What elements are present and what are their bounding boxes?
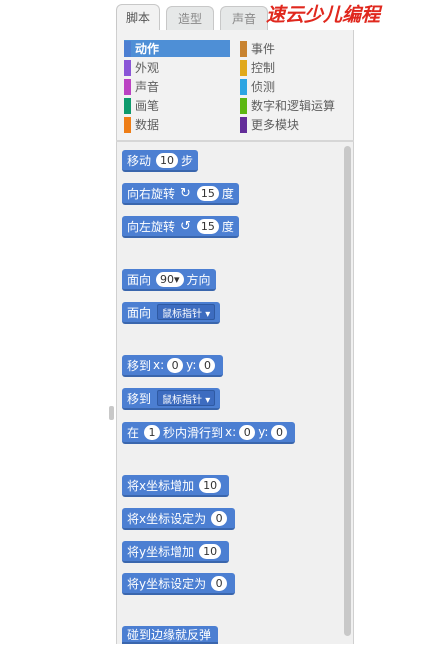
category-color-swatch — [124, 40, 131, 57]
block-label: 将x坐标设定为 — [127, 511, 207, 526]
block-label: 面向 — [127, 305, 152, 320]
category-color-swatch — [240, 40, 247, 57]
category-label: 画笔 — [135, 99, 160, 113]
category-motion[interactable]: 动作 — [124, 40, 230, 57]
block-label: 将x坐标增加 — [127, 478, 195, 493]
block-bounce-on-edge[interactable]: 碰到边缘就反弹 — [122, 626, 219, 644]
category-label: 事件 — [251, 42, 276, 56]
tab-costumes[interactable]: 造型 — [166, 6, 214, 30]
seconds-input[interactable]: 1 — [144, 424, 161, 440]
category-looks[interactable]: 外观 — [124, 59, 159, 76]
block-point-in-direction[interactable]: 面向 90▾ 方向 — [122, 269, 216, 291]
value-input[interactable]: 10 — [199, 543, 222, 559]
block-suffix: 步 — [181, 153, 194, 168]
y-input[interactable]: 0 — [199, 357, 216, 373]
x-label: x: — [225, 425, 237, 439]
category-color-swatch — [124, 116, 131, 133]
x-input[interactable]: 0 — [167, 357, 184, 373]
block-label: 碰到边缘就反弹 — [127, 627, 212, 642]
block-change-y[interactable]: 将y坐标增加 10 — [122, 541, 230, 563]
category-label: 更多模块 — [251, 118, 300, 132]
steps-input[interactable]: 10 — [156, 152, 179, 168]
degrees-input[interactable]: 15 — [196, 218, 219, 234]
degrees-input[interactable]: 15 — [196, 185, 219, 201]
block-change-x[interactable]: 将x坐标增加 10 — [122, 475, 230, 497]
category-operators[interactable]: 数字和逻辑运算 — [240, 97, 335, 114]
category-sensing[interactable]: 侦测 — [240, 78, 275, 95]
value-input[interactable]: 10 — [199, 477, 222, 493]
block-set-x[interactable]: 将x坐标设定为 0 — [122, 508, 236, 530]
y-label: y: — [258, 425, 269, 439]
rotate-ccw-icon: ↺ — [180, 218, 191, 234]
tab-sounds[interactable]: 声音 — [220, 6, 268, 30]
category-color-swatch — [124, 78, 131, 95]
block-label: 移到 — [127, 358, 152, 373]
block-label: 秒内滑行到 — [163, 425, 224, 440]
rotate-cw-icon: ↻ — [180, 185, 191, 201]
block-goto-xy[interactable]: 移到 x: 0 y: 0 — [122, 355, 224, 377]
block-glide[interactable]: 在 1 秒内滑行到 x: 0 y: 0 — [122, 422, 296, 444]
category-color-swatch — [240, 97, 247, 114]
block-label: 向左旋转 — [127, 219, 176, 234]
category-label: 数字和逻辑运算 — [251, 99, 336, 113]
category-color-swatch — [240, 78, 247, 95]
block-label: 向右旋转 — [127, 186, 176, 201]
target-dropdown[interactable]: 鼠标指针 ▾ — [157, 304, 216, 320]
block-move-steps[interactable]: 移动 10 步 — [122, 150, 199, 172]
category-color-swatch — [124, 97, 131, 114]
category-label: 动作 — [135, 42, 160, 56]
category-label: 外观 — [135, 61, 160, 75]
block-suffix: 度 — [221, 219, 234, 234]
resize-handle[interactable] — [109, 406, 114, 420]
category-pen[interactable]: 画笔 — [124, 97, 159, 114]
tab-scripts[interactable]: 脚本 — [116, 4, 160, 30]
block-point-towards[interactable]: 面向 鼠标指针 ▾ — [122, 302, 221, 324]
block-goto[interactable]: 移到 鼠标指针 ▾ — [122, 388, 221, 410]
category-control[interactable]: 控制 — [240, 59, 275, 76]
block-prefix: 在 — [127, 425, 140, 440]
palette-scrollbar[interactable] — [344, 146, 351, 636]
category-color-swatch — [124, 59, 131, 76]
y-label: y: — [186, 358, 197, 372]
value-input[interactable]: 0 — [211, 510, 228, 526]
block-turn-right[interactable]: 向右旋转 ↻ 15 度 — [122, 183, 239, 205]
category-color-swatch — [240, 116, 247, 133]
target-dropdown[interactable]: 鼠标指针 ▾ — [157, 390, 216, 406]
category-color-swatch — [240, 59, 247, 76]
watermark-logo: 速云少儿编程 — [266, 4, 381, 26]
y-input[interactable]: 0 — [271, 424, 288, 440]
block-label: 将y坐标增加 — [127, 544, 195, 559]
block-label: 将y坐标设定为 — [127, 576, 207, 591]
direction-input[interactable]: 90▾ — [156, 271, 184, 287]
category-data[interactable]: 数据 — [124, 116, 159, 133]
category-sound[interactable]: 声音 — [124, 78, 159, 95]
x-label: x: — [153, 358, 165, 372]
value-input[interactable]: 0 — [211, 575, 228, 591]
block-set-y[interactable]: 将y坐标设定为 0 — [122, 573, 236, 595]
block-turn-left[interactable]: 向左旋转 ↺ 15 度 — [122, 216, 239, 238]
block-label: 面向 — [127, 272, 152, 287]
block-suffix: 度 — [221, 186, 234, 201]
block-label: 移动 — [127, 153, 152, 168]
block-label: 移到 — [127, 391, 152, 406]
category-more-blocks[interactable]: 更多模块 — [240, 116, 299, 133]
category-label: 数据 — [135, 118, 160, 132]
category-label: 侦测 — [251, 80, 276, 94]
block-suffix: 方向 — [186, 272, 211, 287]
category-events[interactable]: 事件 — [240, 40, 275, 57]
x-input[interactable]: 0 — [239, 424, 256, 440]
category-label: 声音 — [135, 80, 160, 94]
category-label: 控制 — [251, 61, 276, 75]
